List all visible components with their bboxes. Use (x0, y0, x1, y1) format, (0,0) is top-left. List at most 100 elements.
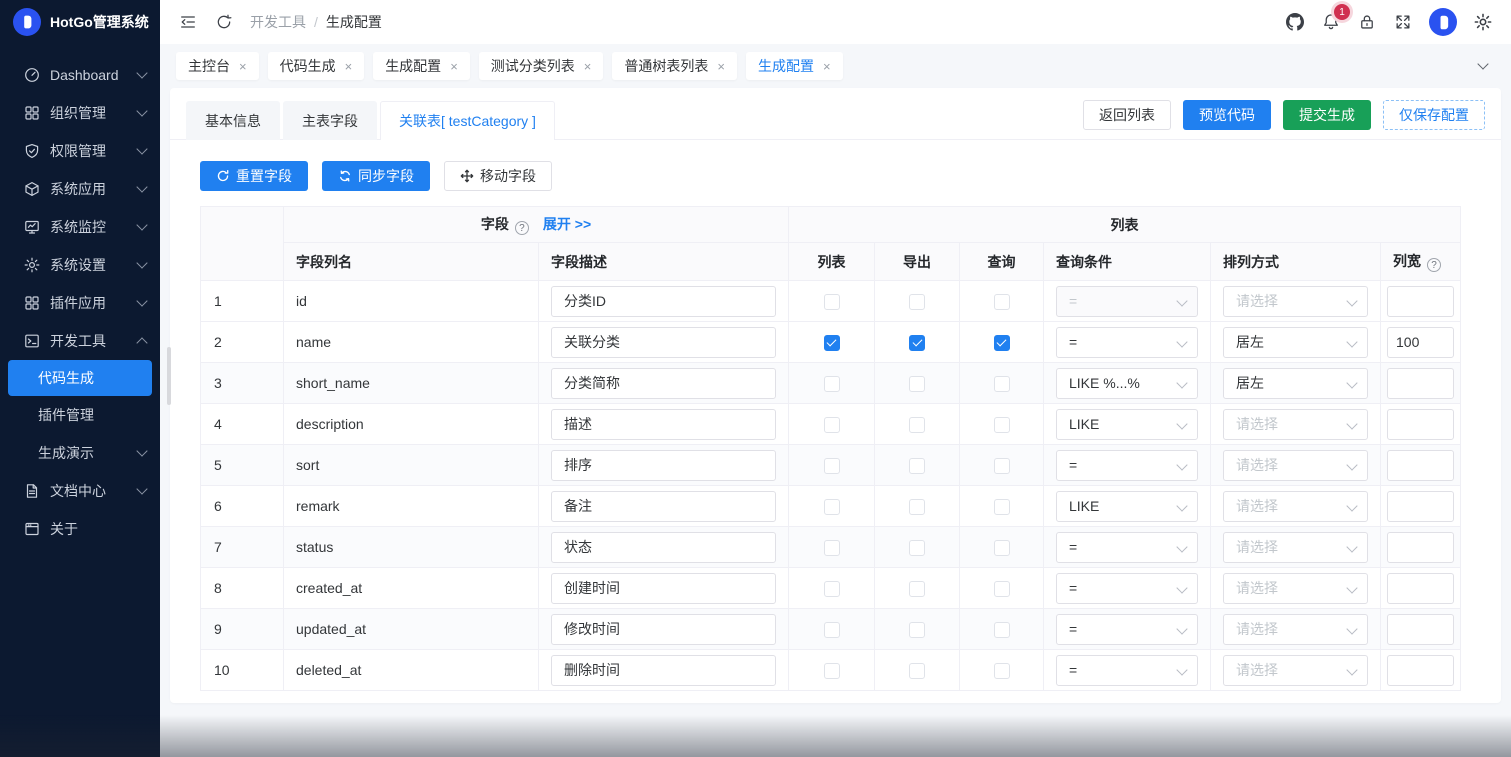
query-checkbox[interactable] (994, 540, 1010, 556)
fullscreen-icon[interactable] (1393, 12, 1413, 32)
close-icon[interactable]: × (345, 60, 353, 73)
breadcrumb-section[interactable]: 开发工具 (250, 12, 306, 32)
list-checkbox[interactable] (824, 376, 840, 392)
preview-code-button[interactable]: 预览代码 (1183, 100, 1271, 130)
submit-generate-button[interactable]: 提交生成 (1283, 100, 1371, 130)
list-checkbox[interactable] (824, 458, 840, 474)
field-desc-input[interactable] (551, 368, 776, 399)
field-desc-input[interactable] (551, 327, 776, 358)
help-icon[interactable]: ? (515, 221, 529, 235)
export-checkbox[interactable] (909, 376, 925, 392)
align-select[interactable]: 请选择 (1223, 450, 1368, 481)
nav-tab-0[interactable]: 主控台× (176, 52, 259, 80)
sidebar-item-plugin-manage[interactable]: 插件管理 (0, 396, 160, 434)
nav-tab-5[interactable]: 生成配置× (746, 52, 843, 80)
export-checkbox[interactable] (909, 417, 925, 433)
query-checkbox[interactable] (994, 458, 1010, 474)
list-checkbox[interactable] (824, 294, 840, 310)
close-icon[interactable]: × (717, 60, 725, 73)
align-select[interactable]: 请选择 (1223, 532, 1368, 563)
column-width-input[interactable] (1387, 327, 1454, 358)
column-width-input[interactable] (1387, 532, 1454, 563)
align-select[interactable]: 请选择 (1223, 491, 1368, 522)
list-checkbox[interactable] (824, 499, 840, 515)
scrollbar[interactable] (167, 347, 171, 405)
github-icon[interactable] (1285, 12, 1305, 32)
column-width-input[interactable] (1387, 655, 1454, 686)
menu-fold-icon[interactable] (178, 12, 198, 32)
export-checkbox[interactable] (909, 294, 925, 310)
sidebar-item-settings[interactable]: 系统设置 (0, 246, 160, 284)
field-desc-input[interactable] (551, 655, 776, 686)
close-icon[interactable]: × (584, 60, 592, 73)
tab-relation-table[interactable]: 关联表[ testCategory ] (380, 101, 555, 140)
list-checkbox[interactable] (824, 335, 840, 351)
column-width-input[interactable] (1387, 450, 1454, 481)
export-checkbox[interactable] (909, 335, 925, 351)
move-fields-button[interactable]: 移动字段 (444, 161, 552, 191)
query-condition-select[interactable]: LIKE (1056, 409, 1198, 440)
back-to-list-button[interactable]: 返回列表 (1083, 100, 1171, 130)
query-condition-select[interactable]: = (1056, 532, 1198, 563)
align-select[interactable]: 请选择 (1223, 614, 1368, 645)
lock-icon[interactable] (1357, 12, 1377, 32)
help-icon[interactable]: ? (1427, 258, 1441, 272)
sidebar-item-about[interactable]: 关于 (0, 510, 160, 548)
sidebar-item-org[interactable]: 组织管理 (0, 94, 160, 132)
column-width-input[interactable] (1387, 368, 1454, 399)
query-checkbox[interactable] (994, 335, 1010, 351)
query-condition-select[interactable]: = (1056, 450, 1198, 481)
query-checkbox[interactable] (994, 581, 1010, 597)
align-select[interactable]: 请选择 (1223, 286, 1368, 317)
list-checkbox[interactable] (824, 581, 840, 597)
sync-fields-button[interactable]: 同步字段 (322, 161, 430, 191)
field-desc-input[interactable] (551, 532, 776, 563)
app-logo[interactable]: HotGo管理系统 (0, 0, 160, 44)
close-icon[interactable]: × (450, 60, 458, 73)
align-select[interactable]: 请选择 (1223, 655, 1368, 686)
sidebar-item-permission[interactable]: 权限管理 (0, 132, 160, 170)
export-checkbox[interactable] (909, 499, 925, 515)
column-width-input[interactable] (1387, 409, 1454, 440)
refresh-icon[interactable] (214, 12, 234, 32)
close-icon[interactable]: × (823, 60, 831, 73)
sidebar-item-gen-demo[interactable]: 生成演示 (0, 434, 160, 472)
query-condition-select[interactable]: = (1056, 286, 1198, 317)
sidebar-item-codegen[interactable]: 代码生成 (8, 360, 152, 396)
close-icon[interactable]: × (239, 60, 247, 73)
query-checkbox[interactable] (994, 376, 1010, 392)
export-checkbox[interactable] (909, 540, 925, 556)
query-checkbox[interactable] (994, 622, 1010, 638)
field-desc-input[interactable] (551, 573, 776, 604)
query-checkbox[interactable] (994, 663, 1010, 679)
export-checkbox[interactable] (909, 622, 925, 638)
tab-options-chevron-icon[interactable] (1471, 54, 1495, 78)
field-desc-input[interactable] (551, 614, 776, 645)
sidebar-item-dashboard[interactable]: Dashboard (0, 56, 160, 94)
query-condition-select[interactable]: LIKE %...% (1056, 368, 1198, 399)
field-desc-input[interactable] (551, 409, 776, 440)
avatar[interactable] (1429, 8, 1457, 36)
sidebar-item-docs[interactable]: 文档中心 (0, 472, 160, 510)
query-condition-select[interactable]: = (1056, 655, 1198, 686)
save-config-only-button[interactable]: 仅保存配置 (1383, 100, 1485, 130)
nav-tab-4[interactable]: 普通树表列表× (612, 52, 737, 80)
query-condition-select[interactable]: = (1056, 327, 1198, 358)
list-checkbox[interactable] (824, 663, 840, 679)
field-desc-input[interactable] (551, 286, 776, 317)
export-checkbox[interactable] (909, 663, 925, 679)
reset-fields-button[interactable]: 重置字段 (200, 161, 308, 191)
tab-basic-info[interactable]: 基本信息 (186, 101, 280, 140)
list-checkbox[interactable] (824, 622, 840, 638)
export-checkbox[interactable] (909, 581, 925, 597)
align-select[interactable]: 请选择 (1223, 573, 1368, 604)
align-select[interactable]: 居左 (1223, 327, 1368, 358)
field-desc-input[interactable] (551, 450, 776, 481)
expand-link[interactable]: 展开 >> (543, 216, 591, 232)
query-condition-select[interactable]: = (1056, 573, 1198, 604)
align-select[interactable]: 请选择 (1223, 409, 1368, 440)
sidebar-item-monitor[interactable]: 系统监控 (0, 208, 160, 246)
align-select[interactable]: 居左 (1223, 368, 1368, 399)
export-checkbox[interactable] (909, 458, 925, 474)
tab-main-fields[interactable]: 主表字段 (283, 101, 377, 140)
